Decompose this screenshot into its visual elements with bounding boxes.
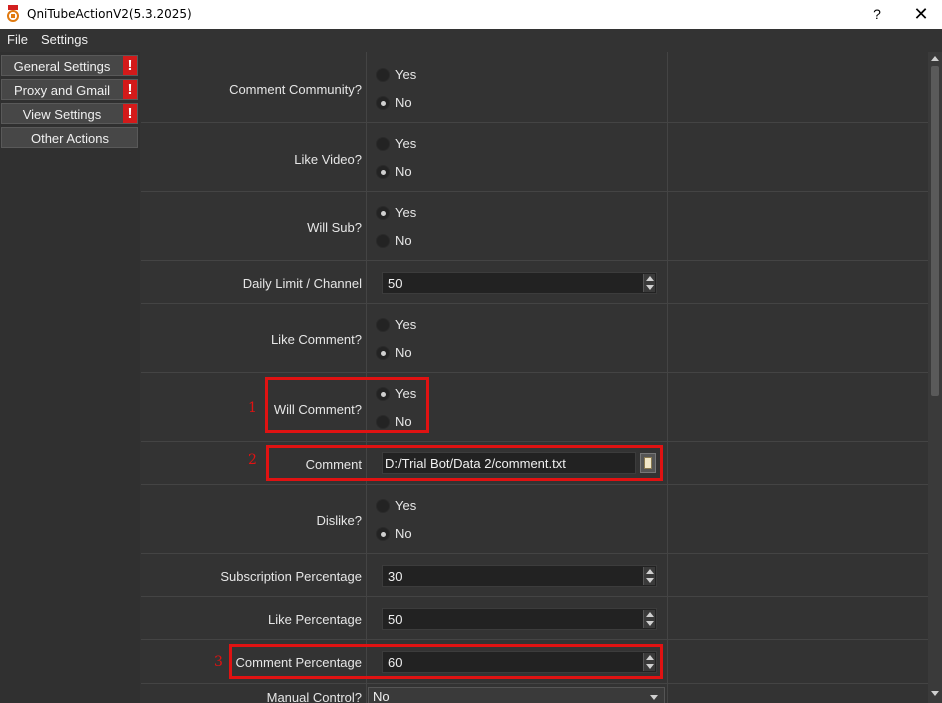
sidebar: General Settings ! Proxy and Gmail ! Vie…: [0, 52, 140, 703]
subscription-percentage-spinbox[interactable]: 30: [382, 565, 657, 587]
highlight-box-will-comment: [265, 377, 429, 433]
manual-control-label: Manual Control?: [266, 690, 362, 703]
row-like-comment: Like Comment? Yes No: [141, 304, 928, 373]
annotation-marker-2: 2: [248, 452, 257, 468]
row-dislike: Dislike? Yes No: [141, 485, 928, 554]
radio-dot: [376, 346, 390, 360]
dropdown-value: No: [373, 689, 390, 703]
radio-dot: [376, 318, 390, 332]
radio-label: No: [395, 164, 412, 179]
nav-label: View Settings: [22, 107, 102, 122]
window-title: QniTubeActionV2(5.3.2025): [27, 7, 192, 21]
daily-limit-spinbox[interactable]: 50: [382, 272, 657, 294]
nav-label: General Settings: [13, 59, 111, 74]
spinbox-arrows[interactable]: [643, 610, 655, 628]
highlight-box-comment: [266, 445, 663, 481]
like-percentage-label: Like Percentage: [268, 612, 362, 627]
nav-other-actions[interactable]: Other Actions: [1, 127, 138, 148]
radio-label: Yes: [395, 136, 417, 151]
nav-view-settings[interactable]: View Settings !: [1, 103, 138, 124]
vertical-scrollbar[interactable]: [928, 52, 942, 703]
row-subscription-percentage: Subscription Percentage 30: [141, 554, 928, 597]
radio-label: Yes: [395, 317, 417, 332]
spinbox-value: 50: [388, 612, 403, 627]
arrow-up-icon: [646, 276, 654, 281]
spinbox-arrows[interactable]: [643, 567, 655, 585]
scroll-down-icon[interactable]: [931, 691, 939, 696]
spinbox-arrows[interactable]: [643, 274, 655, 292]
menu-file[interactable]: File: [7, 32, 28, 47]
close-button[interactable]: ✕: [906, 2, 936, 26]
row-comment-community: Comment Community? Yes No: [141, 52, 928, 123]
row-will-sub: Will Sub? Yes No: [141, 192, 928, 261]
scroll-up-icon[interactable]: [931, 56, 939, 61]
radio-label: No: [395, 526, 412, 541]
subscription-percentage-label: Subscription Percentage: [220, 569, 362, 584]
radio-label: No: [395, 233, 412, 248]
dislike-label: Dislike?: [316, 513, 362, 528]
annotation-marker-3: 3: [214, 654, 223, 670]
row-like-percentage: Like Percentage 50: [141, 597, 928, 640]
radio-label: Yes: [395, 67, 417, 82]
radio-label: No: [395, 95, 412, 110]
radio-label: Yes: [395, 205, 417, 220]
menu-bar: File Settings: [0, 29, 942, 52]
nav-label: Other Actions: [30, 131, 110, 146]
help-button[interactable]: ?: [862, 2, 892, 26]
spinbox-value: 50: [388, 276, 403, 291]
radio-dot: [376, 234, 390, 248]
warning-icon: !: [123, 80, 137, 99]
daily-limit-label: Daily Limit / Channel: [242, 276, 362, 291]
row-daily-limit: Daily Limit / Channel 50: [141, 261, 928, 304]
scroll-thumb[interactable]: [931, 66, 939, 396]
like-percentage-spinbox[interactable]: 50: [382, 608, 657, 630]
arrow-down-icon: [646, 621, 654, 626]
arrow-up-icon: [646, 612, 654, 617]
highlight-box-comment-percentage: [229, 644, 663, 679]
nav-proxy-and-gmail[interactable]: Proxy and Gmail !: [1, 79, 138, 100]
app-icon: [7, 5, 19, 22]
radio-dot: [376, 499, 390, 513]
annotation-marker-1: 1: [248, 400, 257, 416]
radio-dot: [376, 206, 390, 220]
warning-icon: !: [123, 56, 137, 75]
radio-dot: [376, 165, 390, 179]
arrow-up-icon: [646, 569, 654, 574]
chevron-down-icon: [650, 695, 658, 700]
like-comment-label: Like Comment?: [270, 332, 362, 347]
will-sub-label: Will Sub?: [307, 220, 362, 235]
row-will-comment: Will Comment? Yes No: [141, 373, 928, 442]
nav-general-settings[interactable]: General Settings !: [1, 55, 138, 76]
warning-icon: !: [123, 104, 137, 123]
radio-dot: [376, 96, 390, 110]
nav-label: Proxy and Gmail: [13, 83, 111, 98]
radio-label: Yes: [395, 498, 417, 513]
title-bar: QniTubeActionV2(5.3.2025) ? ✕: [0, 0, 942, 29]
settings-form: Comment Community? Yes No Like Video? Ye…: [141, 52, 928, 703]
row-manual-control: Manual Control? No: [141, 684, 928, 703]
spinbox-value: 30: [388, 569, 403, 584]
arrow-down-icon: [646, 285, 654, 290]
like-video-label: Like Video?: [294, 152, 362, 167]
radio-dot: [376, 137, 390, 151]
comment-community-label: Comment Community?: [229, 82, 362, 97]
radio-dot: [376, 527, 390, 541]
menu-settings[interactable]: Settings: [41, 32, 88, 47]
manual-control-dropdown[interactable]: No: [368, 687, 665, 703]
radio-label: No: [395, 345, 412, 360]
row-like-video: Like Video? Yes No: [141, 123, 928, 192]
radio-dot: [376, 68, 390, 82]
arrow-down-icon: [646, 578, 654, 583]
